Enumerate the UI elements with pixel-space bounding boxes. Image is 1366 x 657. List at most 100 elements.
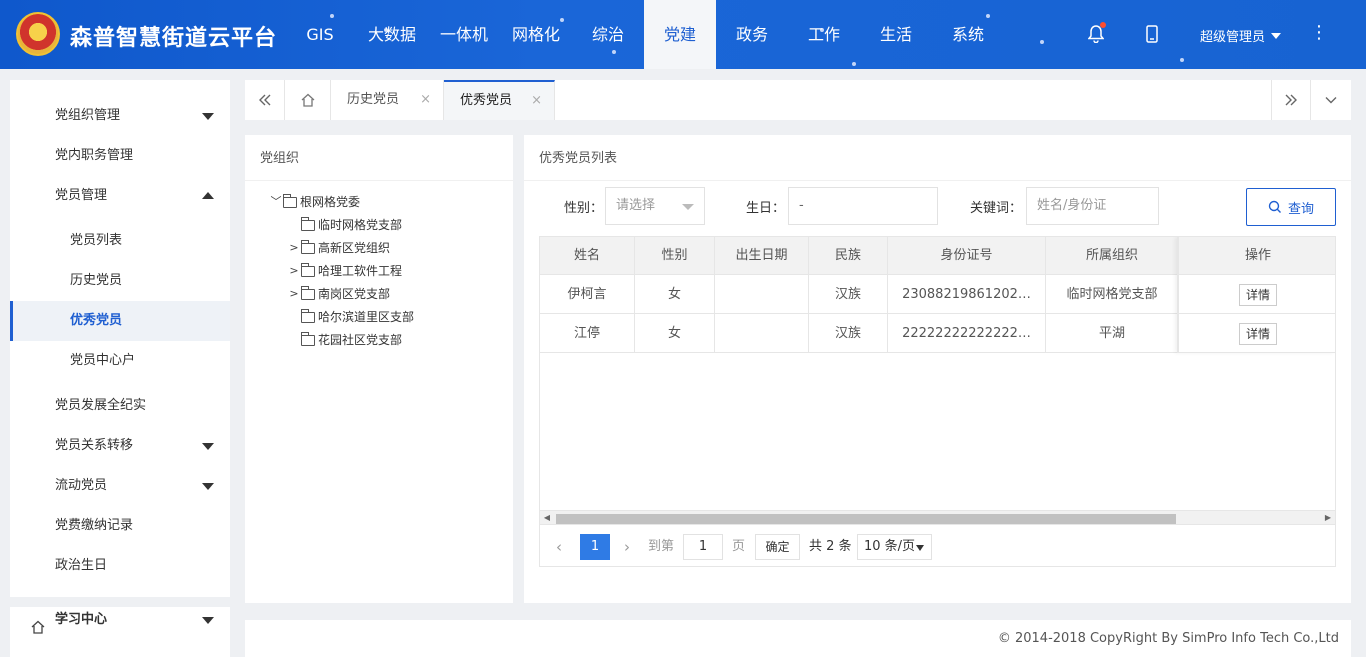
col-organization[interactable]: 所属组织: [1046, 237, 1179, 274]
panel-title: 优秀党员列表: [539, 151, 618, 166]
folder-icon: [301, 285, 315, 300]
goto-label: 到第: [648, 539, 675, 554]
scroll-left-icon[interactable]: [245, 80, 285, 120]
col-birthdate[interactable]: 出生日期: [715, 237, 809, 274]
caret-down-icon: [916, 545, 924, 551]
sidebar-item-duty-management[interactable]: 党内职务管理: [10, 136, 230, 176]
tree-node[interactable]: 哈尔滨道里区支部: [287, 307, 414, 327]
next-page-icon[interactable]: ›: [624, 534, 630, 560]
sidebar-item-history-members[interactable]: 历史党员: [10, 261, 230, 301]
user-name: 超级管理员: [1200, 30, 1266, 45]
col-gender[interactable]: 性别: [635, 237, 715, 274]
sidebar-item-excellent-members[interactable]: 优秀党员: [10, 301, 230, 341]
scroll-left-arrow-icon[interactable]: ◀: [540, 511, 554, 525]
nav-governance[interactable]: 综治: [572, 0, 644, 69]
col-id-number[interactable]: 身份证号: [888, 237, 1046, 274]
sidebar-item-member-center-household[interactable]: 党员中心户: [10, 341, 230, 381]
tree-node[interactable]: 花园社区党支部: [287, 330, 402, 350]
folder-icon: [301, 262, 315, 277]
birthday-range-input[interactable]: -: [788, 187, 938, 225]
prev-page-icon[interactable]: ‹: [556, 534, 562, 560]
copyright-text: © 2014-2018 CopyRight By SimPro Info Tec…: [997, 631, 1339, 646]
tree-node-root[interactable]: ﹀ 根网格党委: [269, 192, 360, 212]
tree-node[interactable]: > 南岗区党支部: [287, 284, 390, 304]
bell-icon[interactable]: [1084, 22, 1108, 46]
caret-down-icon: [1271, 33, 1282, 39]
nav-life[interactable]: 生活: [860, 0, 932, 69]
tab-history-members[interactable]: 历史党员 ×: [331, 80, 444, 120]
close-icon[interactable]: ×: [420, 80, 431, 120]
tree-node[interactable]: > 哈理工软件工程: [287, 261, 402, 281]
keyword-label: 关键词：: [970, 201, 1023, 216]
scroll-right-arrow-icon[interactable]: ▶: [1321, 511, 1335, 525]
tree-node[interactable]: 临时网格党支部: [287, 215, 402, 235]
sidebar-item-political-birthday[interactable]: 政治生日: [10, 546, 230, 586]
total-count: 共 2 条: [809, 539, 852, 554]
filter-bar: 性别： 请选择 生日： - 关键词： 姓名/身份证: [524, 187, 1351, 227]
brand-title: 森普智慧街道云平台: [70, 26, 278, 51]
close-icon[interactable]: ×: [531, 82, 542, 120]
sidebar-item-member-list[interactable]: 党员列表: [10, 221, 230, 261]
nav-allinone[interactable]: 一体机: [428, 0, 500, 69]
tab-bar: 历史党员 × 优秀党员 ×: [245, 80, 1351, 120]
org-tree-panel: 党组织 ﹀ 根网格党委 临时网格党支部 > 高新区党组织 > 哈理工软件工程 > 南岗区…: [245, 135, 513, 603]
folder-icon: [301, 239, 315, 254]
member-list-panel: 优秀党员列表 性别： 请选择 生日： - 关键词： 姓名/身份证 查询 姓名 性…: [524, 135, 1351, 603]
scrollbar-thumb[interactable]: [556, 514, 1176, 524]
member-table: 姓名 性别 出生日期 民族 身份证号 所属组织 操作 伊柯言 女 汉族 2308…: [539, 236, 1336, 567]
tab-excellent-members[interactable]: 优秀党员 ×: [444, 80, 555, 120]
user-menu[interactable]: 超级管理员: [1200, 26, 1282, 45]
page-current[interactable]: 1: [580, 534, 610, 560]
caret-down-icon: [202, 483, 214, 490]
sidebar-item-relation-transfer[interactable]: 党员关系转移: [10, 426, 230, 466]
nav-system[interactable]: 系统: [932, 0, 1004, 69]
query-button[interactable]: 查询: [1246, 188, 1336, 226]
caret-down-icon: [202, 443, 214, 450]
scroll-right-icon[interactable]: [1271, 80, 1311, 120]
emblem-logo: [16, 12, 60, 56]
folder-icon: [301, 216, 315, 231]
chevron-right-icon[interactable]: >: [287, 261, 301, 281]
mobile-icon[interactable]: [1140, 22, 1164, 46]
sidebar-item-floating-members[interactable]: 流动党员: [10, 466, 230, 506]
chevron-down-icon[interactable]: [1311, 80, 1351, 120]
folder-icon: [283, 193, 297, 208]
sidebar: 党组织管理 党内职务管理 党员管理 党员列表 历史党员 优秀党员 党员中心户 党…: [10, 80, 230, 657]
sidebar-item-learning-center[interactable]: 学习中心: [10, 600, 230, 640]
nav-party-building[interactable]: 党建: [644, 0, 716, 69]
caret-down-icon: [202, 113, 214, 120]
chevron-right-icon[interactable]: >: [287, 284, 301, 304]
caret-up-icon: [202, 192, 214, 199]
page-label: 页: [732, 539, 746, 554]
footer: © 2014-2018 CopyRight By SimPro Info Tec…: [245, 620, 1351, 657]
main-nav: GIS 大数据 一体机 网格化 综治 党建 政务 工作 生活 系统: [284, 0, 1004, 69]
page-size-select[interactable]: 10 条/页: [857, 534, 932, 560]
caret-down-icon: [682, 204, 694, 210]
chevron-right-icon[interactable]: >: [287, 238, 301, 258]
birthday-label: 生日：: [746, 201, 786, 216]
sidebar-item-development-record[interactable]: 党员发展全纪实: [10, 386, 230, 426]
more-vertical-icon[interactable]: ⋮: [1310, 22, 1328, 43]
goto-page-input[interactable]: 1: [683, 534, 723, 560]
nav-grid[interactable]: 网格化: [500, 0, 572, 69]
nav-government[interactable]: 政务: [716, 0, 788, 69]
chevron-down-icon[interactable]: ﹀: [269, 192, 283, 212]
home-icon[interactable]: [285, 80, 331, 120]
nav-work[interactable]: 工作: [788, 0, 860, 69]
sidebar-item-member-management[interactable]: 党员管理: [10, 176, 230, 216]
horizontal-scrollbar[interactable]: ◀ ▶: [540, 510, 1335, 524]
pagination: ‹ 1 › 到第 1 页 确定 共 2 条 10 条/页: [540, 524, 1335, 566]
sidebar-item-dues-records[interactable]: 党费缴纳记录: [10, 506, 230, 546]
panel-title: 党组织: [260, 151, 300, 166]
nav-bigdata[interactable]: 大数据: [356, 0, 428, 69]
col-name[interactable]: 姓名: [540, 237, 635, 274]
goto-confirm-button[interactable]: 确定: [755, 534, 800, 560]
nav-gis[interactable]: GIS: [284, 0, 356, 69]
home-icon: [30, 612, 46, 634]
gender-select[interactable]: 请选择: [605, 187, 705, 225]
col-ethnic[interactable]: 民族: [809, 237, 888, 274]
sidebar-item-org-management[interactable]: 党组织管理: [10, 96, 230, 136]
keyword-input[interactable]: 姓名/身份证: [1026, 187, 1159, 225]
gender-label: 性别：: [564, 201, 604, 216]
tree-node[interactable]: > 高新区党组织: [287, 238, 390, 258]
